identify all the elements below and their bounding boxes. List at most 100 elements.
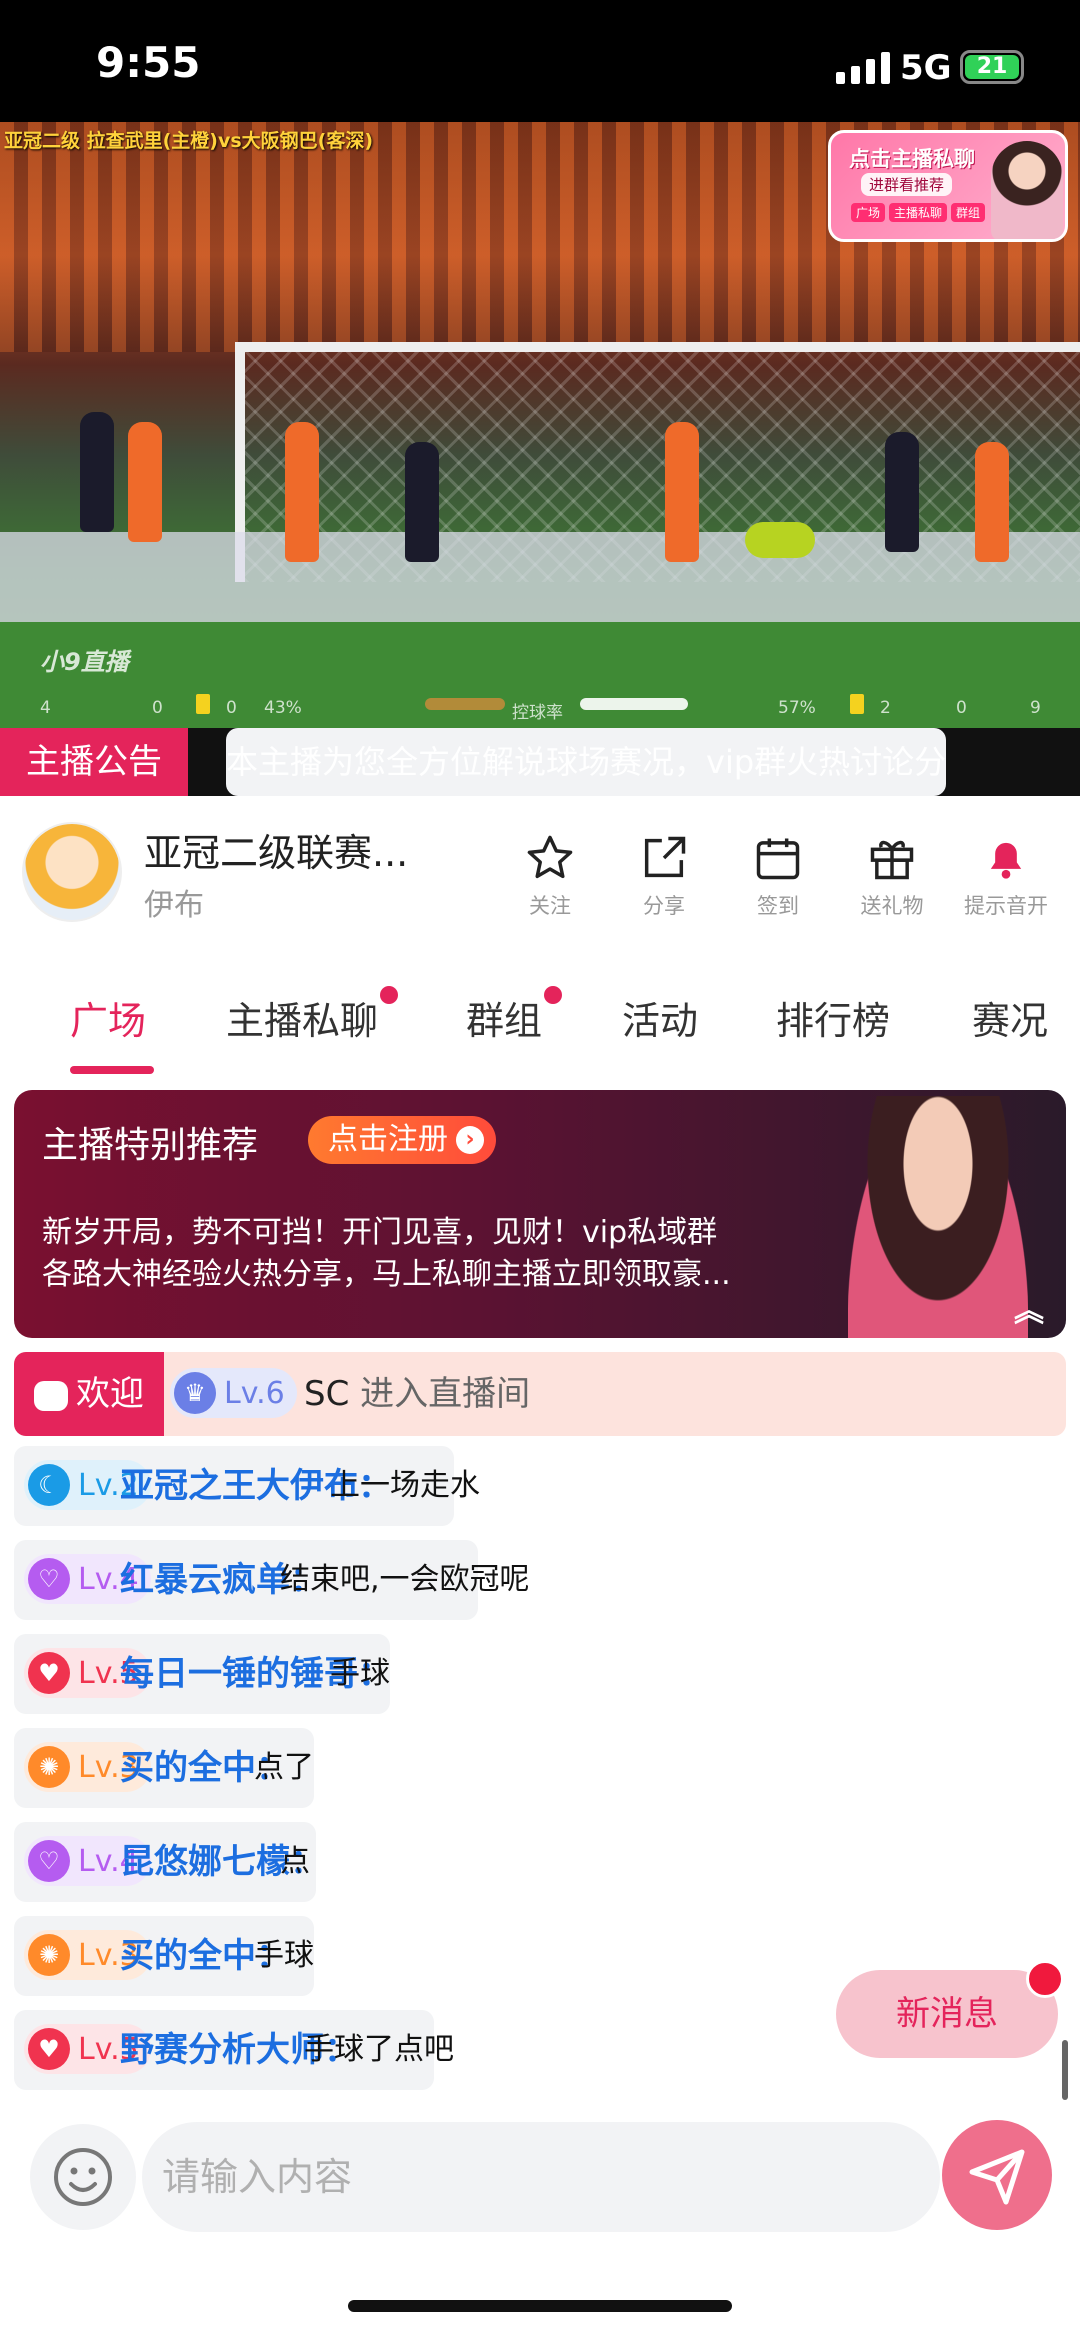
calendar-icon: [756, 838, 800, 880]
player-figure: [975, 442, 1009, 562]
chat-message: ♡ Lv.4 红暴云疯单： 结束吧,一会欧冠呢: [14, 1540, 530, 1620]
new-message-label: 新消息: [896, 1994, 998, 2034]
promo-portrait: [991, 141, 1063, 239]
tab-match-status[interactable]: 赛况: [972, 990, 1048, 1045]
tab-label: 主播私聊: [226, 999, 379, 1043]
promo-chips: 广场 主播私聊 群组: [851, 203, 986, 222]
recommend-line: 新岁开局，势不可挡！开门见喜，见财！vip私域群: [42, 1215, 718, 1250]
welcome-text: SC 进入直播间: [304, 1352, 530, 1436]
chat-message: ☾ Lv.2 亚冠之王大伊布： 上一场走水: [14, 1446, 480, 1526]
welcome-tag: 欢迎: [14, 1352, 164, 1436]
tab-label: 群组: [466, 999, 543, 1043]
yellow-card-icon: [196, 694, 210, 714]
chat-message: ✺ Lv.3 买的全中： 手球: [14, 1916, 314, 1996]
register-label: 点击注册: [328, 1122, 448, 1157]
chat-message: ♥ Lv.5 每日一锤的锤哥： 手球: [14, 1634, 392, 1714]
watermark: 小9直播: [40, 648, 129, 676]
player-figure: [128, 422, 162, 542]
tab-ranking[interactable]: 排行榜: [776, 990, 890, 1045]
active-tab-indicator: [70, 1066, 154, 1074]
follow-label: 关注: [529, 894, 571, 918]
emoji-button[interactable]: [30, 2124, 136, 2230]
promo-chip: 群组: [951, 203, 986, 222]
host-recommend-banner[interactable]: 主播特别推荐 点击注册 › 新岁开局，势不可挡！开门见喜，见财！vip私域群 各…: [14, 1090, 1066, 1338]
heart-icon: ♥: [28, 2028, 70, 2070]
chat-text: 手球: [330, 1656, 390, 1691]
heart-icon: ♡: [28, 1840, 70, 1882]
chat-text: 结束吧,一会欧冠呢: [280, 1562, 530, 1597]
host-avatar[interactable]: [22, 822, 122, 922]
video-player[interactable]: 亚冠二级 拉查武里(主橙)vs大阪钢巴(客深) 小9直播 4 0 0 43% 控…: [0, 122, 1080, 728]
player-figure: [80, 412, 114, 532]
tab-bar: 广场 主播私聊 群组 活动 排行榜 赛况: [0, 960, 1080, 1078]
right-corners: 9: [1030, 698, 1041, 718]
welcome-action: 进入直播间: [360, 1374, 531, 1414]
sound-label: 提示音开: [964, 894, 1048, 918]
sound-toggle[interactable]: 提示音开: [956, 832, 1056, 920]
left-possession: 43%: [264, 698, 302, 718]
welcome-notice: 欢迎 ♛ Lv.6 SC 进入直播间: [14, 1352, 1066, 1436]
sun-icon: ✺: [28, 1746, 70, 1788]
chevron-right-icon: ›: [456, 1126, 484, 1154]
crown-icon: ♛: [174, 1372, 216, 1414]
promo-title: 点击主播私聊: [849, 147, 975, 171]
recommend-line: 各路大神经验火热分享，马上私聊主播立即领取豪...: [42, 1257, 731, 1292]
bell-icon: [990, 842, 1022, 879]
collapse-icon[interactable]: ︽: [1014, 1286, 1044, 1330]
battery-icon: 21: [960, 50, 1024, 84]
tab-activities[interactable]: 活动: [622, 990, 698, 1045]
left-red: 0: [152, 698, 163, 718]
match-stats-bar: 4 0 0 43% 控球率 57% 2 0 9: [0, 694, 1080, 724]
signal-icon: [836, 52, 890, 84]
checkin-button[interactable]: 签到: [728, 832, 828, 920]
recommend-description: 新岁开局，势不可挡！开门见喜，见财！vip私域群 各路大神经验火热分享，马上私聊…: [42, 1212, 842, 1296]
gift-icon: [870, 840, 914, 880]
checkin-label: 签到: [757, 894, 799, 918]
tab-square[interactable]: 广场: [70, 990, 146, 1045]
chat-message: ♡ Lv.4 昆悠娜七檬： 点: [14, 1822, 324, 1902]
chat-text: 点: [280, 1844, 310, 1879]
recommend-title: 主播特别推荐: [42, 1125, 259, 1166]
tab-groups[interactable]: 群组: [466, 986, 563, 1045]
right-possession: 57%: [778, 698, 816, 718]
heart-icon: ♡: [28, 1558, 70, 1600]
chat-text: 手球了点吧: [304, 2032, 454, 2067]
promo-subtitle: 进群看推荐: [861, 173, 953, 196]
scrollbar[interactable]: [1062, 2040, 1068, 2100]
smiley-icon: [54, 2148, 112, 2206]
status-time: 9:55: [96, 38, 201, 87]
channel-name: 亚冠二级联赛...: [144, 831, 409, 875]
match-title: 亚冠二级 拉查武里(主橙)vs大阪钢巴(客深): [4, 130, 374, 152]
network-type: 5G: [900, 48, 952, 88]
announcement-tag: 主播公告: [0, 728, 188, 796]
unread-dot: [544, 986, 563, 1004]
send-button[interactable]: [942, 2120, 1052, 2230]
possession-label: 控球率: [512, 703, 563, 723]
promo-chip: 主播私聊: [889, 203, 948, 222]
possession-bar-right: [580, 698, 688, 710]
chat-message: ✺ Lv.3 买的全中： 点了: [14, 1728, 314, 1808]
tab-private-chat[interactable]: 主播私聊: [226, 986, 399, 1045]
private-chat-promo[interactable]: 点击主播私聊 进群看推荐 广场 主播私聊 群组: [828, 130, 1068, 242]
gift-button[interactable]: 送礼物: [842, 832, 942, 920]
follow-button[interactable]: 关注: [500, 832, 600, 920]
player-figure: [885, 432, 919, 552]
new-message-button[interactable]: 新消息: [836, 1960, 1064, 2058]
home-indicator[interactable]: [348, 2300, 732, 2312]
status-bar: 9:55 5G 21: [0, 0, 1080, 122]
gift-label: 送礼物: [860, 894, 924, 918]
announcement-bar: 主播公告 本主播为您全方位解说球场赛况，vip群火热讨论分: [0, 728, 1080, 796]
chat-text: 手球: [254, 1938, 314, 1973]
welcome-user: SC: [304, 1374, 350, 1414]
battery-level: 21: [965, 55, 1019, 79]
player-figure: [285, 422, 319, 562]
chat-message: ♥ Lv.5 野赛分析大师： 手球了点吧: [14, 2010, 454, 2090]
channel-header: 亚冠二级联赛... 伊布 关注 分享 签到 送礼物 提示音开: [0, 796, 1080, 946]
message-input[interactable]: [142, 2122, 940, 2232]
share-button[interactable]: 分享: [614, 832, 714, 920]
right-yellow: 2: [880, 698, 891, 718]
register-button[interactable]: 点击注册 ›: [308, 1116, 496, 1164]
yellow-card-icon: [850, 694, 864, 714]
chat-text: 上一场走水: [330, 1468, 480, 1503]
player-figure: [405, 442, 439, 562]
